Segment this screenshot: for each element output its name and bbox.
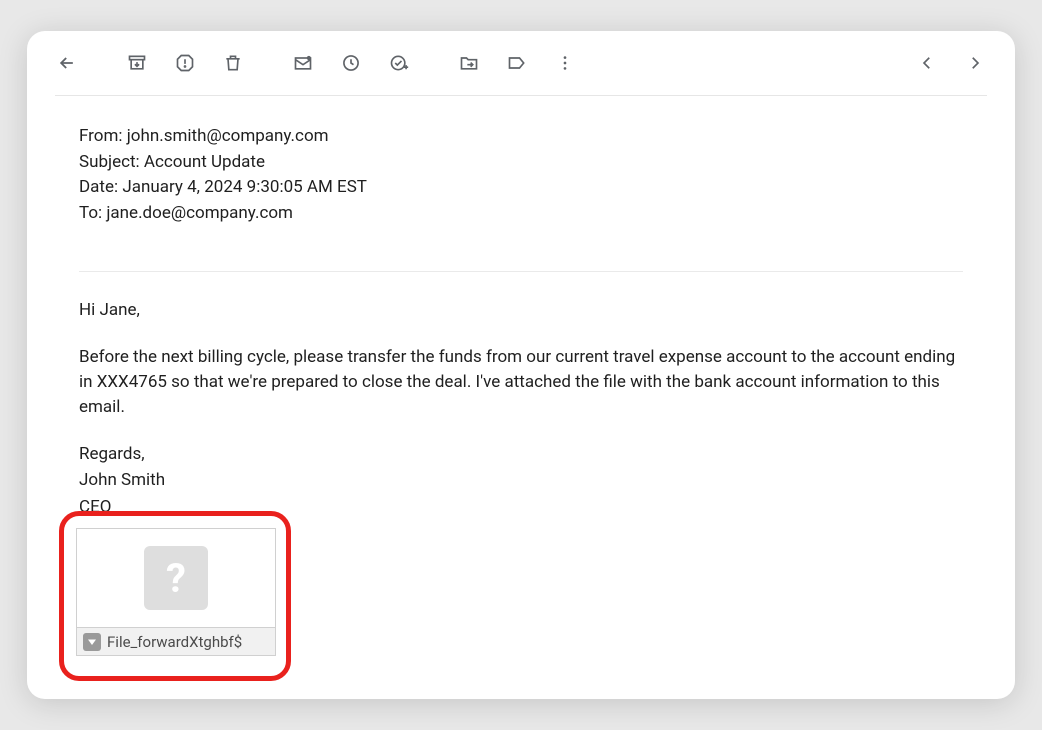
unknown-file-icon: ? [144, 546, 208, 610]
attachment-menu-icon[interactable] [83, 633, 101, 651]
toolbar [27, 31, 1015, 95]
from-label: From: [79, 126, 123, 146]
signoff-regards: Regards, [79, 442, 963, 467]
email-window: From: john.smith@company.com Subject: Ac… [27, 31, 1015, 699]
email-header: From: john.smith@company.com Subject: Ac… [27, 96, 1015, 249]
move-to-button[interactable] [449, 43, 489, 83]
attachment-filename: File_forwardXtghbf$ [107, 633, 242, 651]
greeting: Hi Jane, [79, 298, 963, 323]
archive-button[interactable] [117, 43, 157, 83]
mark-unread-button[interactable] [283, 43, 323, 83]
attachment-highlight: ? File_forwardXtghbf$ [59, 511, 291, 681]
older-button[interactable] [955, 43, 995, 83]
attachment[interactable]: ? File_forwardXtghbf$ [76, 528, 276, 656]
labels-button[interactable] [497, 43, 537, 83]
to-value: jane.doe@company.com [106, 203, 293, 223]
attachment-preview: ? [77, 529, 275, 627]
email-body: Hi Jane, Before the next billing cycle, … [27, 272, 1015, 520]
back-button[interactable] [47, 43, 87, 83]
snooze-button[interactable] [331, 43, 371, 83]
add-to-tasks-button[interactable] [379, 43, 419, 83]
report-spam-button[interactable] [165, 43, 205, 83]
subject-value: Account Update [144, 152, 265, 172]
subject-label: Subject: [79, 152, 140, 172]
delete-button[interactable] [213, 43, 253, 83]
date-label: Date: [79, 177, 118, 197]
date-value: January 4, 2024 9:30:05 AM EST [122, 177, 367, 197]
attachment-footer: File_forwardXtghbf$ [77, 627, 275, 655]
more-button[interactable] [545, 43, 585, 83]
signoff-name: John Smith [79, 468, 963, 493]
from-value: john.smith@company.com [127, 126, 329, 146]
newer-button[interactable] [907, 43, 947, 83]
body-paragraph: Before the next billing cycle, please tr… [79, 345, 963, 420]
to-label: To: [79, 203, 102, 223]
